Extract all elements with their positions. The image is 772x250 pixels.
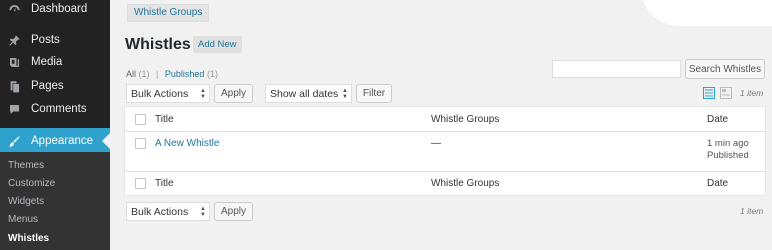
filter-published-link[interactable]: Published bbox=[165, 69, 205, 79]
filter-button[interactable]: Filter bbox=[356, 84, 392, 103]
items-count-bottom: 1 item bbox=[740, 206, 764, 216]
column-header-title[interactable]: Title bbox=[155, 114, 174, 125]
filter-published-count: (1) bbox=[206, 69, 218, 79]
menu-dashboard-label: Dashboard bbox=[31, 3, 88, 15]
select-arrows-icon: ▲ ▼ bbox=[200, 206, 206, 218]
menu-media-label: Media bbox=[31, 56, 63, 68]
apply-button-bottom[interactable]: Apply bbox=[214, 202, 253, 221]
date-filter-select[interactable]: Show all dates ▲ ▼ bbox=[265, 84, 352, 103]
row-divider bbox=[125, 171, 765, 172]
page-title: Whistles bbox=[125, 36, 191, 53]
header-curve-decoration bbox=[640, 0, 772, 26]
submenu-menus[interactable]: Menus bbox=[8, 214, 38, 225]
add-new-button[interactable]: Add New bbox=[193, 36, 242, 53]
row-status: Published bbox=[707, 150, 749, 161]
filter-all-link[interactable]: All bbox=[126, 69, 136, 79]
bulk-actions-select-top[interactable]: Bulk Actions ▲ ▼ bbox=[126, 84, 210, 103]
submenu-customize[interactable]: Customize bbox=[8, 178, 55, 189]
date-filter-value: Show all dates bbox=[270, 87, 339, 100]
whistles-table: Title Whistle Groups Date A New Whistle … bbox=[124, 106, 766, 196]
column-header-date[interactable]: Date bbox=[707, 114, 728, 125]
select-arrows-icon: ▲ ▼ bbox=[342, 88, 348, 100]
filter-separator: | bbox=[156, 69, 159, 79]
submenu-themes[interactable]: Themes bbox=[8, 160, 44, 171]
bulk-actions-value: Bulk Actions bbox=[131, 205, 189, 218]
row-whistle-groups: — bbox=[431, 138, 441, 149]
list-view-icon[interactable] bbox=[703, 87, 715, 99]
whistle-groups-tab-button[interactable]: Whistle Groups bbox=[127, 4, 210, 22]
menu-comments[interactable]: Comments bbox=[0, 97, 110, 121]
apply-button-top[interactable]: Apply bbox=[214, 84, 253, 103]
bulk-actions-value: Bulk Actions bbox=[131, 87, 189, 100]
comments-icon bbox=[7, 102, 21, 116]
pages-icon bbox=[7, 79, 21, 93]
dashboard-icon bbox=[7, 2, 21, 16]
search-whistles-button[interactable]: Search Whistles bbox=[685, 59, 765, 79]
column-header-whistle-groups: Whistle Groups bbox=[431, 114, 500, 125]
status-filter-links: All (1) | Published (1) bbox=[126, 69, 218, 79]
brush-icon bbox=[7, 134, 21, 148]
menu-pages-label: Pages bbox=[31, 80, 64, 92]
admin-sidebar: Dashboard Posts Media Pages Comments App… bbox=[0, 0, 110, 250]
row-date: 1 min ago bbox=[707, 138, 749, 149]
select-all-checkbox-top[interactable] bbox=[135, 114, 146, 125]
row-checkbox[interactable] bbox=[135, 138, 146, 149]
appearance-submenu: Themes Customize Widgets Menus Whistles bbox=[0, 152, 110, 250]
items-count-top: 1 item bbox=[740, 88, 764, 98]
select-arrows-icon: ▲ ▼ bbox=[200, 88, 206, 100]
excerpt-view-icon[interactable] bbox=[720, 87, 732, 99]
row-divider bbox=[125, 131, 765, 132]
menu-posts[interactable]: Posts bbox=[0, 28, 110, 52]
search-input[interactable] bbox=[552, 60, 681, 78]
submenu-whistles[interactable]: Whistles bbox=[8, 233, 49, 244]
select-all-checkbox-bottom[interactable] bbox=[135, 178, 146, 189]
menu-dashboard[interactable]: Dashboard bbox=[0, 0, 110, 21]
column-footer-title[interactable]: Title bbox=[155, 178, 174, 189]
menu-media[interactable]: Media bbox=[0, 50, 110, 74]
pin-icon bbox=[7, 33, 21, 47]
submenu-widgets[interactable]: Widgets bbox=[8, 196, 44, 207]
media-icon bbox=[7, 55, 21, 69]
menu-appearance-label: Appearance bbox=[31, 135, 94, 147]
column-footer-date[interactable]: Date bbox=[707, 178, 728, 189]
filter-all-count: (1) bbox=[138, 69, 150, 79]
row-title-link[interactable]: A New Whistle bbox=[155, 138, 219, 149]
menu-pages[interactable]: Pages bbox=[0, 74, 110, 98]
menu-posts-label: Posts bbox=[31, 34, 60, 46]
bulk-actions-select-bottom[interactable]: Bulk Actions ▲ ▼ bbox=[126, 202, 210, 221]
column-footer-whistle-groups: Whistle Groups bbox=[431, 178, 500, 189]
menu-appearance[interactable]: Appearance bbox=[0, 128, 110, 154]
menu-comments-label: Comments bbox=[31, 103, 87, 115]
